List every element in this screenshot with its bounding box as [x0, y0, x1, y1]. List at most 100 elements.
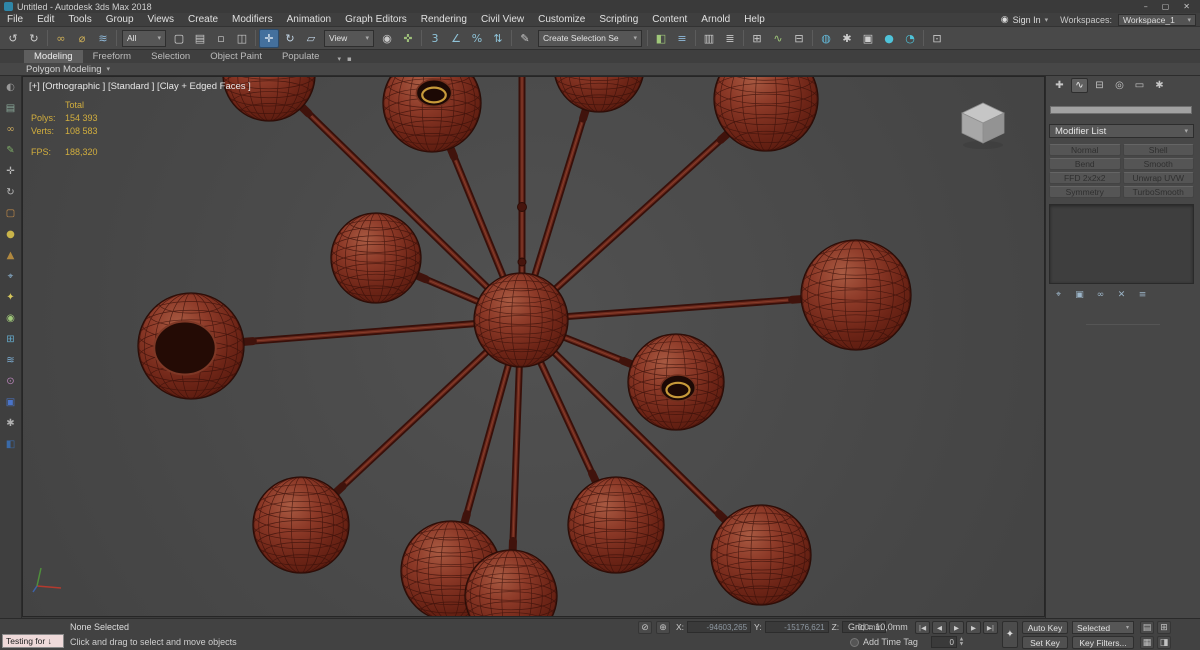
schematic-view-icon[interactable]: ⊟ [789, 29, 809, 48]
modifier-button-bend[interactable]: Bend [1049, 158, 1121, 170]
mini-listener-icon[interactable]: ▤ [1140, 621, 1154, 634]
align-icon[interactable]: ≡ [672, 29, 692, 48]
helper-icon[interactable]: ⊞ [2, 331, 19, 348]
menu-rendering[interactable]: Rendering [414, 13, 474, 27]
curve-editor-icon[interactable]: ∿ [768, 29, 788, 48]
play-button[interactable]: ▶ [949, 621, 964, 634]
select-and-rotate-icon[interactable]: ↻ [280, 29, 300, 48]
show-end-result-icon[interactable]: ▣ [1072, 288, 1087, 301]
menu-edit[interactable]: Edit [30, 13, 61, 27]
configure-modifier-sets-icon[interactable]: ≡ [1135, 288, 1150, 301]
current-frame-field[interactable]: 0 [931, 636, 957, 648]
modifier-button-turbosmooth[interactable]: TurboSmooth [1122, 186, 1194, 198]
auto-key-button[interactable]: Auto Key [1022, 621, 1068, 634]
percent-snap-icon[interactable]: % [467, 29, 487, 48]
open-in-viewport-icon[interactable]: ⊡ [927, 29, 947, 48]
bind-to-spacewarp-icon[interactable]: ≋ [93, 29, 113, 48]
frame-spinner[interactable]: ▲ ▼ [958, 636, 965, 648]
select-and-link-icon[interactable]: ∞ [51, 29, 71, 48]
modifier-button-unwrap-uvw[interactable]: Unwrap UVW [1122, 172, 1194, 184]
select-by-name-icon[interactable]: ▤ [190, 29, 210, 48]
menu-content[interactable]: Content [645, 13, 694, 27]
sphere-primitive-icon[interactable]: ● [2, 226, 19, 243]
system-icon[interactable]: ⊙ [2, 373, 19, 390]
modifier-button-normal[interactable]: Normal [1049, 144, 1121, 156]
snap-toggle-3d-icon[interactable]: 3 [425, 29, 445, 48]
menu-animation[interactable]: Animation [280, 13, 338, 27]
remove-modifier-icon[interactable]: ✕ [1114, 288, 1129, 301]
ribbon-toggle-icon[interactable]: ⊞ [747, 29, 767, 48]
use-center-icon[interactable]: ◉ [377, 29, 397, 48]
select-and-manipulate-icon[interactable]: ✜ [398, 29, 418, 48]
go-to-end-button[interactable]: ▶| [983, 621, 998, 634]
edit-named-selection-icon[interactable]: ✎ [515, 29, 535, 48]
object-name-field[interactable] [1050, 106, 1192, 114]
render-iterative-icon[interactable]: ◔ [900, 29, 920, 48]
menu-help[interactable]: Help [737, 13, 772, 27]
sign-in-button[interactable]: ◉ Sign In ▾ [995, 15, 1054, 25]
y-coordinate-field[interactable]: -15176,621 [764, 621, 829, 633]
make-unique-icon[interactable]: ∞ [1093, 288, 1108, 301]
ribbon-pin-icon[interactable]: ▪ [347, 55, 352, 63]
modify-tab-icon[interactable]: ∿ [1071, 78, 1088, 93]
reference-coordinate-dropdown[interactable]: View [324, 29, 374, 47]
snap-target-icon[interactable]: ⌖ [2, 268, 19, 285]
set-keys-button[interactable]: ✦ [1002, 621, 1018, 648]
modifier-stack[interactable] [1049, 204, 1194, 284]
select-object-icon[interactable]: ▢ [169, 29, 189, 48]
cone-primitive-icon[interactable]: ▲ [2, 247, 19, 264]
pin-stack-icon[interactable]: ⌖ [1051, 288, 1066, 301]
keyboard-override-icon[interactable]: ▦ [1140, 636, 1154, 649]
create-tab-icon[interactable]: ✚ [1051, 78, 1068, 93]
spinner-snap-icon[interactable]: ⇅ [488, 29, 508, 48]
close-button[interactable]: ✕ [1183, 2, 1190, 11]
mirror-icon[interactable]: ◧ [651, 29, 671, 48]
menu-group[interactable]: Group [99, 13, 141, 27]
workspace-dropdown[interactable]: Workspace_1 [1118, 13, 1196, 26]
ribbon-tab-object-paint[interactable]: Object Paint [200, 50, 272, 63]
menu-file[interactable]: File [0, 13, 30, 27]
viewport[interactable]: [+] [Orthographic ] [Standard ] [Clay + … [22, 76, 1045, 617]
render-production-icon[interactable]: ● [879, 29, 899, 48]
ribbon-minimize-icon[interactable]: ▾ [337, 55, 341, 63]
select-and-move-icon[interactable]: ✛ [259, 28, 279, 48]
utilities-tab-icon[interactable]: ✱ [1151, 78, 1168, 93]
hierarchy-tab-icon[interactable]: ⊟ [1091, 78, 1108, 93]
add-time-tag[interactable]: Add Time Tag [850, 637, 918, 647]
modifier-list-dropdown[interactable]: Modifier List ▾ [1049, 124, 1194, 138]
box-primitive-icon[interactable]: ▢ [2, 205, 19, 222]
display-tab-icon[interactable]: ▭ [1131, 78, 1148, 93]
window-crossing-icon[interactable]: ◫ [232, 29, 252, 48]
previous-frame-button[interactable]: ◀ [932, 621, 947, 634]
motion-tab-icon[interactable]: ◎ [1111, 78, 1128, 93]
rotate-tool-icon[interactable]: ↻ [2, 184, 19, 201]
modifier-button-symmetry[interactable]: Symmetry [1049, 186, 1121, 198]
select-and-scale-icon[interactable]: ▱ [301, 29, 321, 48]
modifier-button-ffd-2x2x2[interactable]: FFD 2x2x2 [1049, 172, 1121, 184]
macro-recorder-icon[interactable]: ⊞ [1157, 621, 1171, 634]
spacewarp-icon[interactable]: ≋ [2, 352, 19, 369]
absolute-offset-icon[interactable]: ⊕ [656, 621, 670, 634]
redo-icon[interactable]: ↻ [24, 29, 44, 48]
ribbon-tab-populate[interactable]: Populate [272, 50, 330, 63]
x-coordinate-field[interactable]: -94603,265 [687, 621, 752, 633]
polygon-modeling-panel-label[interactable]: Polygon Modeling [26, 64, 102, 75]
time-configuration-icon[interactable]: ◨ [1157, 636, 1171, 649]
ribbon-tab-freeform[interactable]: Freeform [83, 50, 142, 63]
menu-civil-view[interactable]: Civil View [474, 13, 531, 27]
rendered-frame-window-icon[interactable]: ▣ [858, 29, 878, 48]
set-key-button[interactable]: Set Key [1022, 636, 1068, 649]
maxscript-mini-listener[interactable]: Testing for ↓ [2, 634, 64, 648]
minimize-button[interactable]: – [1144, 2, 1148, 11]
key-filters-button[interactable]: Key Filters... [1072, 636, 1134, 649]
angle-snap-icon[interactable]: ∠ [446, 29, 466, 48]
selection-filter-dropdown[interactable]: All [122, 29, 166, 47]
key-selection-dropdown[interactable]: Selected ▾ [1072, 621, 1134, 634]
next-frame-button[interactable]: ▶ [966, 621, 981, 634]
maximize-button[interactable]: ▢ [1162, 2, 1170, 11]
viewport-label[interactable]: [+] [Orthographic ] [Standard ] [Clay + … [29, 81, 251, 92]
viewcube[interactable] [950, 91, 1016, 153]
undo-icon[interactable]: ↺ [3, 29, 23, 48]
extras-icon[interactable]: ◧ [2, 436, 19, 453]
light-icon[interactable]: ✦ [2, 289, 19, 306]
